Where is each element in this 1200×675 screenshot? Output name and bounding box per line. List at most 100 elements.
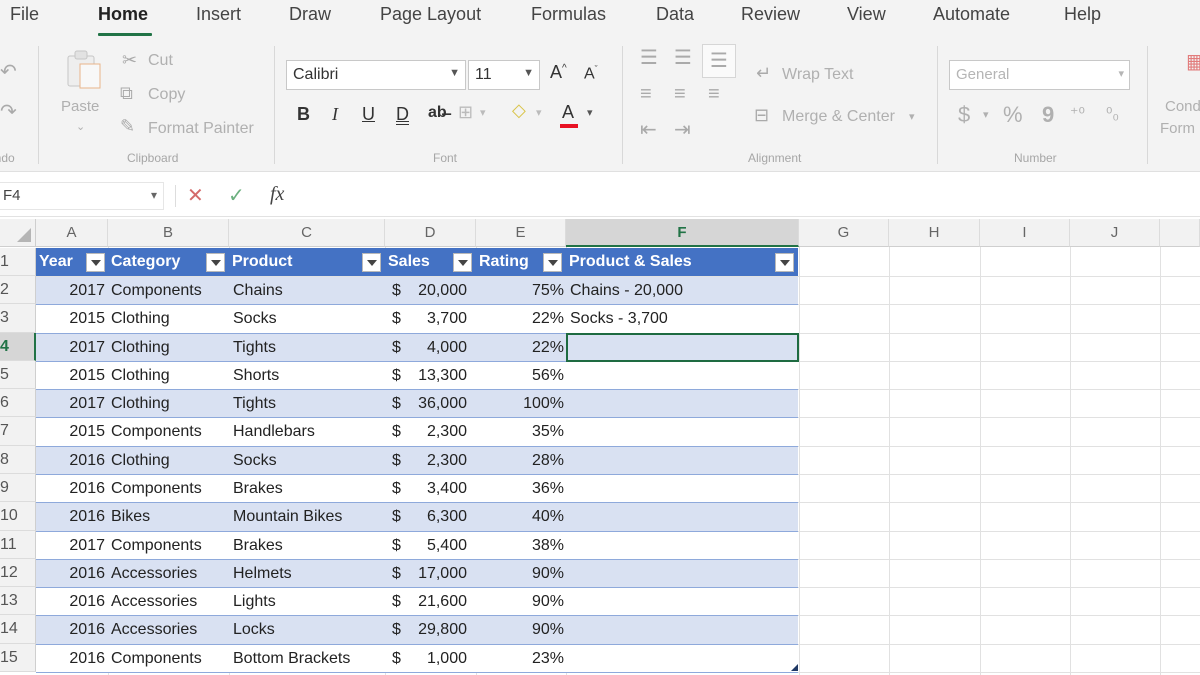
cell-year[interactable]: 2016 <box>36 560 105 588</box>
row-header-15[interactable]: 15 <box>0 644 36 672</box>
increase-decimal-icon[interactable]: ⁺⁰ <box>1070 104 1085 124</box>
cell-rating[interactable]: 22% <box>476 305 564 333</box>
column-header-i[interactable]: I <box>980 219 1070 247</box>
cell-rating[interactable]: 23% <box>476 645 564 673</box>
increase-font-size-button[interactable]: A^ <box>550 62 567 83</box>
font-size-dropdown[interactable]: 11 ▼ <box>468 60 540 90</box>
tab-formulas[interactable]: Formulas <box>531 4 606 25</box>
filter-dropdown-category[interactable] <box>206 253 225 272</box>
cell-rating[interactable]: 90% <box>476 616 564 644</box>
format-painter-button[interactable]: Format Painter <box>148 120 254 138</box>
font-color-button[interactable]: A <box>560 102 578 128</box>
align-center-icon[interactable]: ≡ <box>674 84 686 104</box>
chevron-down-icon[interactable]: ▾ <box>480 106 486 119</box>
cell-category[interactable]: Clothing <box>111 334 229 362</box>
column-header-b[interactable]: B <box>108 219 229 247</box>
column-header-d[interactable]: D <box>385 219 476 247</box>
decrease-decimal-icon[interactable]: ⁰₀ <box>1106 104 1119 124</box>
cell-category[interactable]: Components <box>111 277 229 305</box>
undo-icon[interactable]: ↶ <box>0 62 17 82</box>
cut-button[interactable]: Cut <box>148 52 173 70</box>
tab-automate[interactable]: Automate <box>933 4 1010 25</box>
cell-category[interactable]: Clothing <box>111 390 229 418</box>
cell-product-sales[interactable] <box>570 645 796 673</box>
cell-category[interactable]: Accessories <box>111 616 229 644</box>
cell-product[interactable]: Mountain Bikes <box>233 503 383 531</box>
row-header-11[interactable]: 11 <box>0 531 36 559</box>
cell-product-sales[interactable] <box>570 362 796 390</box>
insert-function-icon[interactable]: fx <box>270 183 284 206</box>
align-middle-icon[interactable]: ☰ <box>674 48 692 68</box>
cell-product-sales[interactable] <box>570 560 796 588</box>
filter-dropdown-year[interactable] <box>86 253 105 272</box>
fill-color-icon[interactable]: ◇ <box>512 100 526 121</box>
chevron-down-icon[interactable]: ▾ <box>983 108 989 121</box>
column-header-f[interactable]: F <box>566 219 799 247</box>
cell-category[interactable]: Components <box>111 475 229 503</box>
column-header-h[interactable]: H <box>889 219 980 247</box>
cell-rating[interactable]: 90% <box>476 560 564 588</box>
cell-rating[interactable]: 38% <box>476 532 564 560</box>
cell-product[interactable]: Handlebars <box>233 418 383 446</box>
cell-product[interactable]: Shorts <box>233 362 383 390</box>
align-bottom-button[interactable]: ☰ <box>702 44 736 78</box>
cell-product-sales[interactable] <box>570 616 796 644</box>
cell-sales[interactable]: 29,800 <box>404 616 467 644</box>
cell-year[interactable]: 2016 <box>36 503 105 531</box>
accounting-format-button[interactable]: $ <box>958 102 970 128</box>
cell-rating[interactable]: 90% <box>476 588 564 616</box>
table-resize-handle[interactable] <box>791 664 798 671</box>
cell-sales[interactable]: 36,000 <box>404 390 467 418</box>
column-header-j[interactable]: J <box>1070 219 1160 247</box>
cell-year[interactable]: 2016 <box>36 447 105 475</box>
cell-product-sales[interactable] <box>570 390 796 418</box>
cell-rating[interactable]: 40% <box>476 503 564 531</box>
name-box[interactable]: F4 ▾ <box>0 182 164 210</box>
filter-dropdown-rating[interactable] <box>543 253 562 272</box>
row-header-14[interactable]: 14 <box>0 615 36 644</box>
number-format-dropdown[interactable]: General ▾ <box>949 60 1130 90</box>
select-all-button[interactable] <box>0 219 36 247</box>
copy-button[interactable]: Copy <box>148 86 185 104</box>
decrease-font-size-button[interactable]: Aˇ <box>584 64 598 83</box>
increase-indent-icon[interactable]: ⇥ <box>674 120 691 140</box>
align-left-icon[interactable]: ≡ <box>640 84 652 104</box>
cell-sales[interactable]: 21,600 <box>404 588 467 616</box>
cell-year[interactable]: 2017 <box>36 532 105 560</box>
italic-button[interactable]: I <box>332 104 338 125</box>
active-cell-f4[interactable] <box>566 333 799 362</box>
row-header-2[interactable]: 2 <box>0 276 36 304</box>
row-header-3[interactable]: 3 <box>0 304 36 333</box>
cell-category[interactable]: Clothing <box>111 362 229 390</box>
align-top-icon[interactable]: ☰ <box>640 48 658 68</box>
column-header-a[interactable]: A <box>36 219 108 247</box>
cell-product[interactable]: Socks <box>233 305 383 333</box>
row-header-10[interactable]: 10 <box>0 502 36 531</box>
cell-product-sales[interactable] <box>570 447 796 475</box>
filter-dropdown-sales[interactable] <box>453 253 472 272</box>
cell-category[interactable]: Bikes <box>111 503 229 531</box>
row-header-4[interactable]: 4 <box>0 333 36 361</box>
cell-product[interactable]: Lights <box>233 588 383 616</box>
tab-data[interactable]: Data <box>656 4 694 25</box>
cell-product-sales[interactable]: Chains - 20,000 <box>570 277 796 305</box>
strikethrough-icon[interactable]: ab̶ <box>428 104 447 122</box>
redo-icon[interactable]: ↷ <box>0 102 17 122</box>
filter-dropdown-product-sales[interactable] <box>775 253 794 272</box>
cell-product[interactable]: Brakes <box>233 532 383 560</box>
cell-sales[interactable]: 1,000 <box>404 645 467 673</box>
tab-page-layout[interactable]: Page Layout <box>380 4 481 25</box>
cell-product-sales[interactable] <box>570 503 796 531</box>
cell-product[interactable]: Helmets <box>233 560 383 588</box>
cell-year[interactable]: 2016 <box>36 475 105 503</box>
cell-product[interactable]: Bottom Brackets <box>233 645 383 673</box>
bold-button[interactable]: B <box>297 104 310 125</box>
cell-product[interactable]: Tights <box>233 390 383 418</box>
cell-rating[interactable]: 35% <box>476 418 564 446</box>
cell-sales[interactable]: 2,300 <box>404 418 467 446</box>
percent-style-button[interactable]: % <box>1003 102 1023 128</box>
cell-product-sales[interactable] <box>570 475 796 503</box>
align-right-icon[interactable]: ≡ <box>708 84 720 104</box>
cell-year[interactable]: 2016 <box>36 616 105 644</box>
cell-rating[interactable]: 100% <box>476 390 564 418</box>
